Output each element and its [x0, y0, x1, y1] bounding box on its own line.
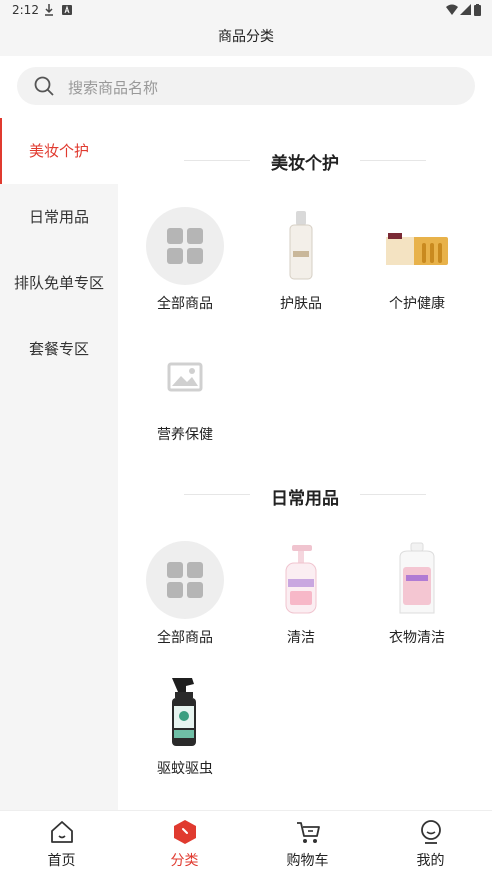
pump-bottle-image [285, 545, 317, 614]
home-icon [51, 821, 73, 843]
section-title: 美妆个护 [271, 154, 339, 174]
category-item-skincare[interactable]: 护肤品 [243, 207, 359, 327]
notification-a-icon [62, 5, 72, 15]
category-item-all-beauty[interactable]: 全部商品 [127, 207, 243, 327]
profile-icon [421, 820, 441, 844]
category-icon [174, 820, 196, 844]
tab-category[interactable]: 分类 [123, 811, 246, 875]
all-grid-icon [146, 207, 224, 285]
category-item-cleaning[interactable]: 清洁 [243, 541, 359, 661]
detergent-bottle-image [399, 542, 435, 614]
category-item-label: 营养保健 [157, 427, 213, 443]
tab-label: 我的 [416, 853, 445, 869]
section-title: 日常用品 [271, 489, 339, 509]
sidebar-item-daily[interactable]: 日常用品 [0, 184, 118, 250]
divider [360, 160, 426, 161]
image-placeholder-icon [167, 362, 203, 392]
category-item-nutrition[interactable]: 营养保健 [127, 338, 243, 458]
tab-label: 购物车 [286, 853, 329, 869]
battery-icon [474, 4, 481, 16]
tab-label: 分类 [170, 853, 199, 869]
sidebar-item-label: 日常用品 [28, 208, 89, 226]
search-placeholder: 搜索商品名称 [68, 79, 159, 97]
category-item-personal-care[interactable]: 个护健康 [359, 207, 475, 327]
bottom-tab-bar: 首页 分类 购物车 我的 [0, 810, 492, 874]
search-area: 搜索商品名称 [0, 56, 492, 118]
skincare-bottle-image [289, 211, 313, 280]
spray-bottle-image [172, 678, 196, 746]
category-item-label: 全部商品 [157, 296, 213, 312]
active-indicator [0, 118, 2, 184]
sidebar-item-label: 美妆个护 [28, 142, 89, 160]
search-icon [34, 76, 54, 96]
divider [360, 494, 426, 495]
sidebar-item-beauty[interactable]: 美妆个护 [0, 118, 118, 184]
category-item-all-daily[interactable]: 全部商品 [127, 541, 243, 661]
category-item-label: 驱蚊驱虫 [157, 761, 213, 777]
category-item-label: 个护健康 [389, 296, 445, 312]
ampoule-box-image [386, 233, 448, 265]
sidebar-item-label: 排队免单专区 [13, 274, 104, 292]
all-grid-icon [146, 541, 224, 619]
sidebar-item-queue-free[interactable]: 排队免单专区 [0, 250, 118, 316]
status-bar: 2:12 [0, 0, 492, 22]
sidebar-item-label: 套餐专区 [28, 340, 89, 358]
category-item-label: 清洁 [287, 630, 315, 646]
search-input[interactable]: 搜索商品名称 [17, 67, 475, 105]
status-time: 2:12 [12, 3, 39, 17]
page-title: 商品分类 [218, 29, 274, 45]
category-item-label: 全部商品 [157, 630, 213, 646]
tab-profile[interactable]: 我的 [369, 811, 492, 875]
tab-label: 首页 [47, 853, 76, 869]
tab-home[interactable]: 首页 [0, 811, 123, 875]
category-sidebar: 美妆个护 日常用品 排队免单专区 套餐专区 [0, 118, 118, 810]
category-item-laundry[interactable]: 衣物清洁 [359, 541, 475, 661]
category-item-label: 衣物清洁 [389, 630, 445, 646]
wifi-icon [446, 4, 458, 15]
category-content: 美妆个护 全部商品 护肤品 个护健康 营养保健 日常用品 全部商品 清洁 衣物清… [118, 118, 492, 810]
download-icon [45, 4, 53, 16]
category-item-insect-repellent[interactable]: 驱蚊驱虫 [127, 672, 243, 792]
cart-icon [297, 822, 320, 843]
tab-cart[interactable]: 购物车 [246, 811, 369, 875]
page-title-bar: 商品分类 [0, 22, 492, 56]
signal-icon [460, 4, 471, 15]
category-item-label: 护肤品 [280, 296, 322, 312]
sidebar-item-package[interactable]: 套餐专区 [0, 316, 118, 382]
